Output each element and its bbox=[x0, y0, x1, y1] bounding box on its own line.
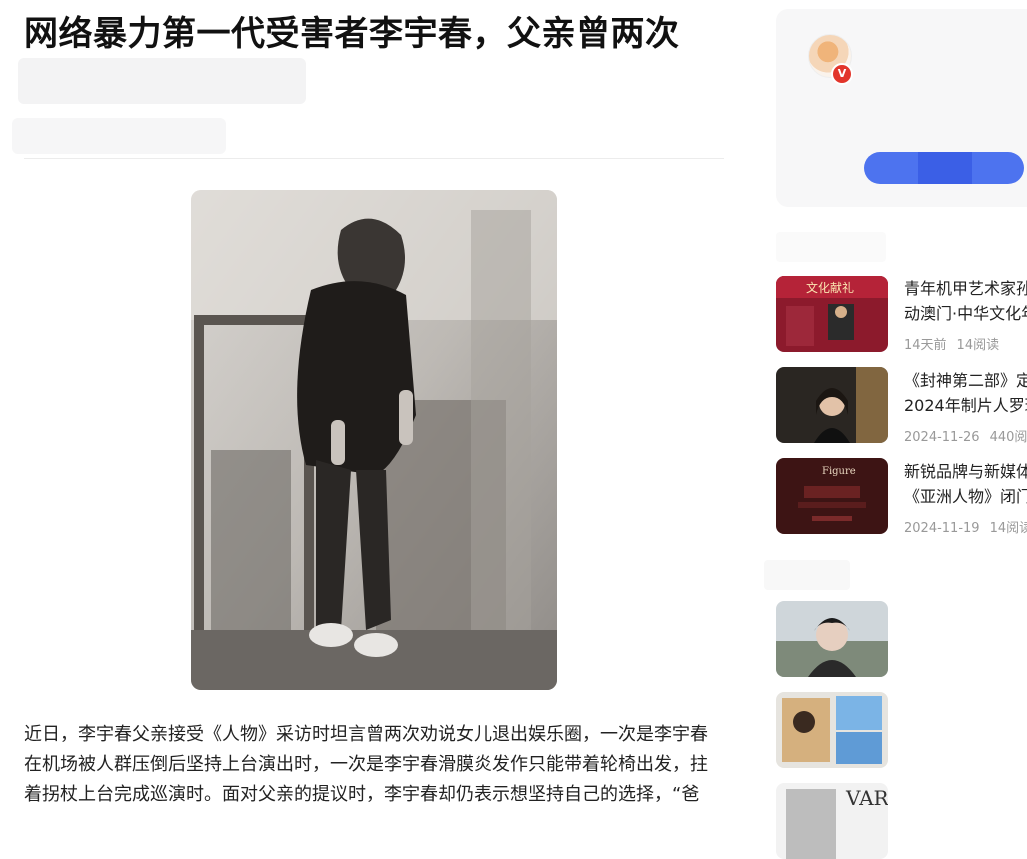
verified-badge-icon: V bbox=[831, 63, 853, 85]
recommended-thumb-2[interactable] bbox=[776, 367, 888, 443]
thumb-var-logo: VAR bbox=[845, 786, 888, 810]
recommended-title-2[interactable]: 《封神第二部》定 2024年制片人罗璐 bbox=[904, 368, 1027, 418]
related-thumb-2[interactable] bbox=[776, 692, 888, 768]
recommend-heading-placeholder bbox=[776, 232, 886, 262]
article-photo bbox=[191, 190, 557, 690]
recommended-meta-1: 14天前 14阅读 bbox=[904, 334, 1027, 353]
recommended-time-1: 14天前 bbox=[904, 338, 947, 353]
recommended-thumb-3[interactable]: Figure bbox=[776, 458, 888, 534]
related-thumb-3[interactable]: VAR bbox=[776, 783, 888, 859]
recommended-title-1[interactable]: 青年机甲艺术家孙 动澳门·中华文化年 bbox=[904, 276, 1027, 326]
recommended-time-2: 2024-11-26 bbox=[904, 430, 980, 445]
recommended-title-1-line2: 动澳门·中华文化年 bbox=[904, 304, 1027, 323]
divider bbox=[24, 158, 724, 159]
recommended-reads-1: 14阅读 bbox=[956, 338, 1000, 353]
related-heading-placeholder bbox=[764, 560, 850, 590]
article-meta-placeholder bbox=[18, 58, 306, 104]
follow-button-label bbox=[918, 152, 972, 184]
recommended-title-3[interactable]: 新锐品牌与新媒体 《亚洲人物》闭门 bbox=[904, 459, 1027, 509]
recommended-thumb-1[interactable]: 文化献礼 bbox=[776, 276, 888, 352]
thumb-culture-banner: 文化献礼 bbox=[806, 280, 854, 295]
recommended-title-3-line2: 《亚洲人物》闭门 bbox=[904, 487, 1027, 506]
article-meta-placeholder-2 bbox=[12, 118, 226, 154]
recommended-title-3-line1: 新锐品牌与新媒体 bbox=[904, 462, 1027, 481]
recommended-title-2-line1: 《封神第二部》定 bbox=[904, 371, 1027, 390]
recommended-reads-3: 14阅读 bbox=[989, 521, 1027, 536]
recommended-title-2-line2: 2024年制片人罗璐 bbox=[904, 396, 1027, 415]
related-thumb-1[interactable] bbox=[776, 601, 888, 677]
recommended-title-1-line1: 青年机甲艺术家孙 bbox=[904, 279, 1027, 298]
article-title: 网络暴力第一代受害者李宇春，父亲曾两次 bbox=[24, 14, 680, 54]
recommended-reads-2: 440阅读 bbox=[989, 430, 1027, 445]
recommended-meta-3: 2024-11-19 14阅读 bbox=[904, 517, 1027, 536]
thumb-figure-logo: Figure bbox=[822, 466, 856, 477]
recommended-time-3: 2024-11-19 bbox=[904, 521, 980, 536]
recommended-meta-2: 2024-11-26 440阅读 bbox=[904, 426, 1027, 445]
article-body: 近日，李宇春父亲接受《人物》采访时坦言曾两次劝说女儿退出娱乐圈，一次是李宇春在机… bbox=[24, 724, 708, 805]
